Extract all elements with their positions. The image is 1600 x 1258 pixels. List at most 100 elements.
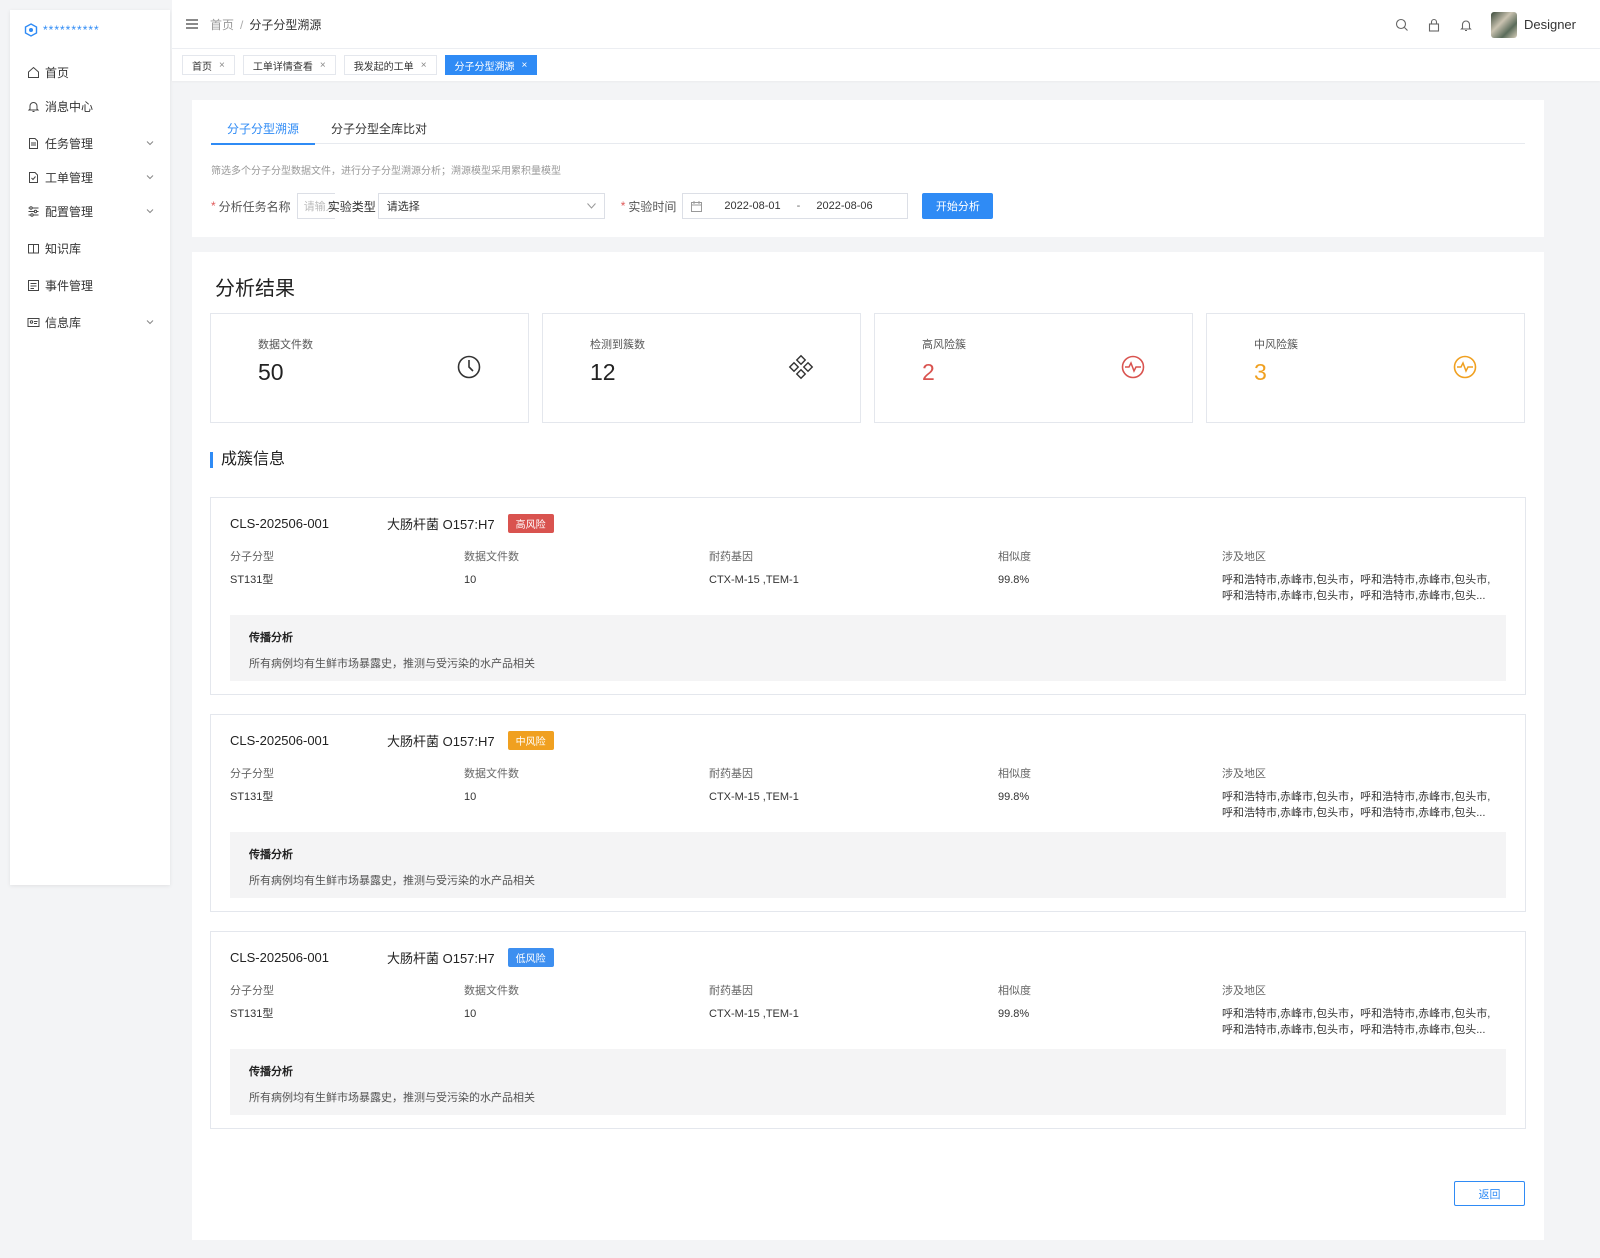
sidebar-item-info[interactable]: 信息库 bbox=[10, 304, 170, 340]
user-name[interactable]: Designer bbox=[1524, 17, 1576, 32]
field-value: ST131型 bbox=[230, 1008, 274, 1020]
field-value: 99.8% bbox=[998, 1008, 1030, 1020]
back-button[interactable]: 返回 bbox=[1454, 1181, 1525, 1206]
stat-label: 数据文件数 bbox=[258, 339, 313, 351]
stat-card-high-risk: 高风险簇 2 bbox=[874, 313, 1193, 423]
propagation-analysis: 传播分析 所有病例均有生鲜市场暴露史，推测与受污染的水产品相关 bbox=[230, 832, 1506, 898]
field-value: 99.8% bbox=[998, 791, 1030, 803]
stat-label: 检测到簇数 bbox=[590, 339, 645, 351]
field-value: 呼和浩特市,赤峰市,包头市，呼和浩特市,赤峰市,包头... bbox=[1222, 1024, 1486, 1036]
start-analysis-button[interactable]: 开始分析 bbox=[922, 193, 994, 219]
task-document-icon bbox=[27, 137, 40, 150]
cluster-regions-field: 涉及地区呼和浩特市,赤峰市,包头市，呼和浩特市,赤峰市,包头市, 呼和浩特市,赤峰… bbox=[1222, 982, 1490, 1038]
field-value: 10 bbox=[464, 791, 477, 803]
cluster-genes-field: 耐药基因 CTX-M-15 ,TEM-1 bbox=[709, 765, 799, 805]
stat-card-clusters: 检测到簇数 12 bbox=[542, 313, 861, 423]
sidebar-item-events[interactable]: 事件管理 bbox=[10, 267, 170, 303]
sidebar-item-knowledge[interactable]: 知识库 bbox=[10, 230, 170, 266]
cluster-details: 分子分型 ST131型 数据文件数 10 耐药基因 CTX-M-15 ,TEM-1 相… bbox=[230, 765, 1506, 819]
close-icon[interactable]: × bbox=[219, 60, 225, 71]
cluster-card: CLS-202506-001 大肠杆菌 O157:H7 中风险 分子分型 ST13… bbox=[210, 714, 1526, 912]
date-range-picker[interactable]: 2022-08-01 - 2022-08-06 bbox=[682, 193, 909, 219]
field-label: 相似度 bbox=[998, 768, 1031, 780]
page-tab-label: 首页 bbox=[192, 61, 212, 73]
page-tab-label: 工单详情查看 bbox=[252, 61, 313, 73]
calendar-icon bbox=[691, 200, 703, 212]
sidebar-item-label: 首页 bbox=[45, 65, 70, 80]
risk-badge: 低风险 bbox=[507, 948, 554, 967]
cluster-regions-field: 涉及地区 呼和浩特市,赤峰市,包头市，呼和浩特市,赤峰市,包头市, 呼和浩特市,赤峰… bbox=[1222, 548, 1490, 604]
logo-text: ********** bbox=[43, 23, 100, 37]
exp-type-select[interactable]: 请选择 bbox=[377, 193, 605, 219]
bell-icon bbox=[27, 100, 40, 113]
sidebar-item-tasks[interactable]: 任务管理 bbox=[10, 125, 170, 161]
top-bar: 首页 / 分子分型溯源 Designer bbox=[172, 0, 1600, 49]
sidebar-item-messages[interactable]: 消息中心 bbox=[10, 88, 170, 124]
propagation-analysis: 传播分析 所有病例均有生鲜市场暴露史，推测与受污染的水产品相关 bbox=[230, 615, 1506, 681]
field-value: CTX-M-15 ,TEM-1 bbox=[709, 1008, 799, 1020]
field-label: 分子分型 bbox=[230, 551, 274, 563]
cluster-files-field: 数据文件数 10 bbox=[464, 548, 519, 588]
page-tab-label: 分子分型溯源 bbox=[454, 61, 515, 73]
page-tabs-bar: 首页 × 工单详情查看 × 我发起的工单 × 分子分型溯源 × bbox=[172, 49, 1600, 81]
propagation-title: 传播分析 bbox=[249, 632, 293, 644]
field-label: 耐药基因 bbox=[709, 985, 753, 997]
logo-icon bbox=[24, 23, 38, 37]
field-label: 涉及地区 bbox=[1222, 985, 1266, 997]
menu-toggle-icon[interactable] bbox=[186, 19, 198, 29]
breadcrumb-home[interactable]: 首页 bbox=[210, 18, 234, 32]
filter-panel: 分子分型溯源 分子分型全库比对 筛选多个分子分型数据文件，进行分子分型溯源分析；… bbox=[192, 100, 1544, 237]
cluster-pathogen: 大肠杆菌 O157:H7 bbox=[387, 517, 495, 532]
lock-icon[interactable] bbox=[1427, 18, 1441, 32]
page-tab-traceability[interactable]: 分子分型溯源 × bbox=[444, 55, 538, 75]
cluster-header: CLS-202506-001 大肠杆菌 O157:H7 中风险 bbox=[230, 731, 554, 750]
chevron-down-icon bbox=[146, 175, 154, 180]
field-value: 呼和浩特市,赤峰市,包头市，呼和浩特市,赤峰市,包头市, bbox=[1222, 1008, 1491, 1020]
propagation-text: 所有病例均有生鲜市场暴露史，推测与受污染的水产品相关 bbox=[249, 1092, 535, 1104]
analysis-tabs: 分子分型溯源 分子分型全库比对 bbox=[211, 114, 1525, 145]
date-separator: - bbox=[796, 200, 801, 212]
page-tab-work-order-detail[interactable]: 工单详情查看 × bbox=[242, 55, 336, 75]
sidebar-item-config[interactable]: 配置管理 bbox=[10, 193, 170, 229]
field-value: CTX-M-15 ,TEM-1 bbox=[709, 791, 799, 803]
field-label: 涉及地区 bbox=[1222, 551, 1266, 563]
close-icon[interactable]: × bbox=[320, 60, 326, 71]
date-start[interactable]: 2022-08-01 bbox=[724, 200, 780, 212]
stat-value: 12 bbox=[590, 359, 616, 385]
page-tab-home[interactable]: 首页 × bbox=[182, 55, 235, 75]
page-tab-my-orders[interactable]: 我发起的工单 × bbox=[343, 55, 437, 75]
cluster-type-field: 分子分型 ST131型 bbox=[230, 548, 274, 588]
cluster-type-field: 分子分型 ST131型 bbox=[230, 982, 274, 1022]
cluster-type-field: 分子分型 ST131型 bbox=[230, 765, 274, 805]
chevron-down-icon bbox=[146, 209, 154, 214]
pulse-icon bbox=[1121, 355, 1145, 379]
field-label: 涉及地区 bbox=[1222, 768, 1266, 780]
header-actions: Designer bbox=[1377, 0, 1576, 49]
close-icon[interactable]: × bbox=[421, 60, 427, 71]
sidebar-item-home[interactable]: 首页 bbox=[10, 54, 170, 90]
date-end[interactable]: 2022-08-06 bbox=[816, 200, 872, 212]
tab-full-comparison[interactable]: 分子分型全库比对 bbox=[315, 114, 443, 144]
sidebar-item-label: 消息中心 bbox=[45, 99, 94, 114]
propagation-title: 传播分析 bbox=[249, 1066, 293, 1078]
event-icon bbox=[27, 279, 40, 292]
breadcrumb-current: 分子分型溯源 bbox=[249, 17, 322, 32]
sidebar-item-work-orders[interactable]: 工单管理 bbox=[10, 159, 170, 195]
bell-icon[interactable] bbox=[1459, 18, 1473, 32]
exp-time-label: 实验时间 bbox=[628, 199, 677, 214]
tab-traceability[interactable]: 分子分型溯源 bbox=[211, 114, 316, 145]
logo[interactable]: ********** bbox=[10, 10, 170, 50]
cluster-details: 分子分型 ST131型 数据文件数 10 耐药基因 CTX-M-15 ,TEM-1 相… bbox=[230, 982, 1506, 1036]
cluster-genes-field: 耐药基因 CTX-M-15 ,TEM-1 bbox=[709, 982, 799, 1022]
cluster-pathogen: 大肠杆菌 O157:H7 bbox=[387, 734, 495, 749]
results-title: 分析结果 bbox=[215, 278, 295, 300]
sidebar-item-label: 任务管理 bbox=[45, 136, 94, 151]
cluster-files-field: 数据文件数 10 bbox=[464, 765, 519, 805]
cluster-genes-field: 耐药基因 CTX-M-15 ,TEM-1 bbox=[709, 548, 799, 588]
close-icon[interactable]: × bbox=[522, 60, 528, 71]
field-value: 呼和浩特市,赤峰市,包头市，呼和浩特市,赤峰市,包头市, bbox=[1222, 574, 1491, 586]
search-icon[interactable] bbox=[1395, 18, 1409, 32]
avatar[interactable] bbox=[1490, 11, 1517, 38]
cluster-header: CLS-202506-001 大肠杆菌 O157:H7 低风险 bbox=[230, 948, 554, 967]
pulse-icon bbox=[1453, 355, 1477, 379]
